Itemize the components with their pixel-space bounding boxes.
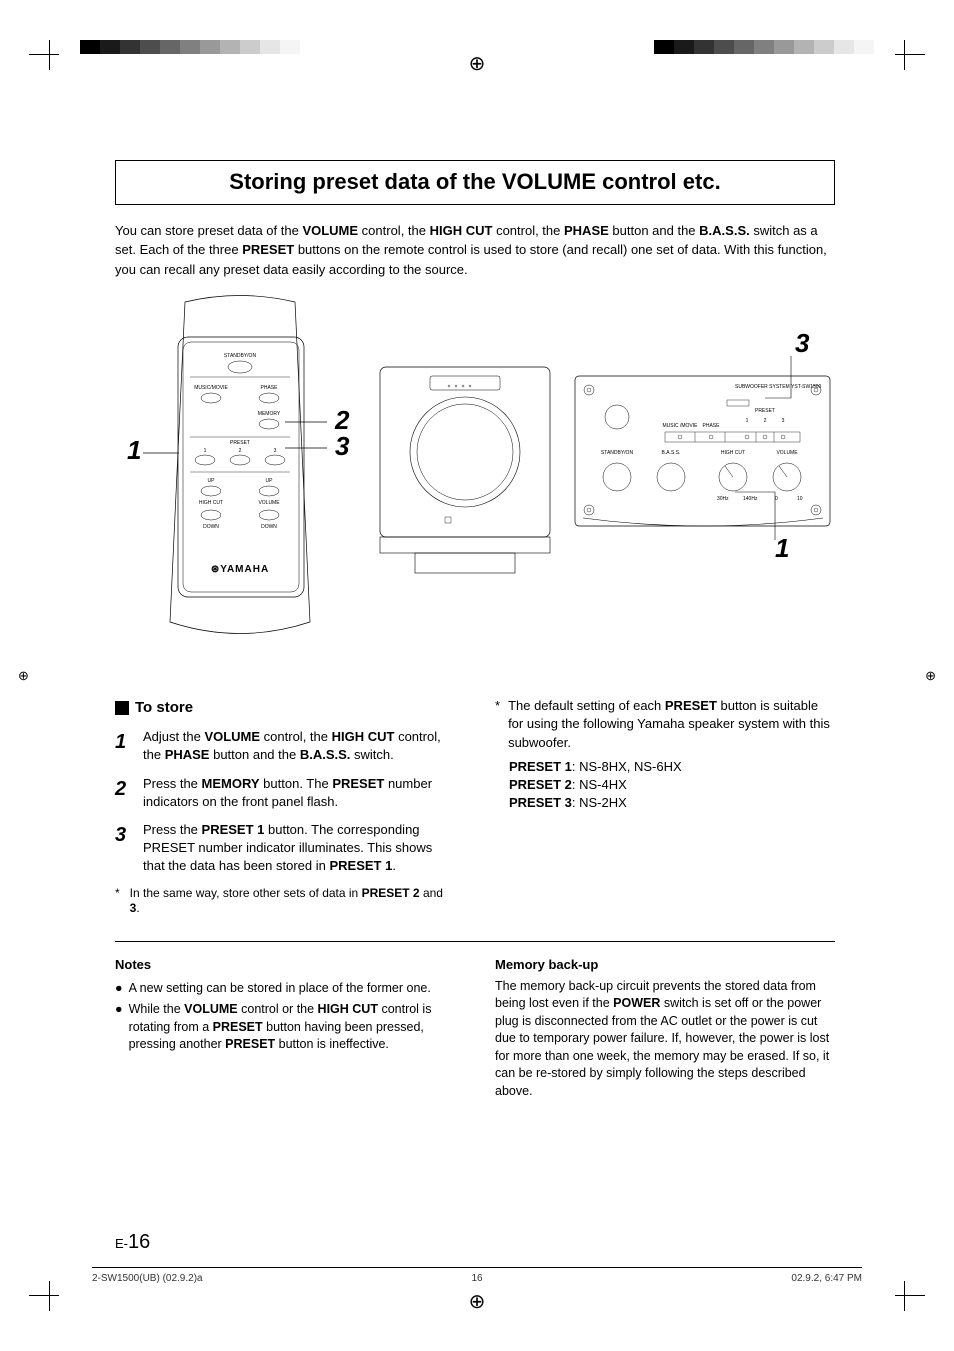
svg-text:PRESET: PRESET	[755, 408, 775, 414]
step-2: 2 Press the MEMORY button. The PRESET nu…	[115, 775, 455, 811]
svg-text:30Hz: 30Hz	[717, 496, 729, 502]
svg-text:MUSIC/MOVIE: MUSIC/MOVIE	[194, 385, 228, 391]
subwoofer-top-diagram	[375, 362, 555, 592]
note-1: ●A new setting can be stored in place of…	[115, 980, 455, 998]
svg-text:PHASE: PHASE	[703, 423, 721, 429]
svg-text:10: 10	[797, 496, 803, 502]
memory-backup-heading: Memory back-up	[495, 956, 835, 974]
square-bullet-icon	[115, 701, 129, 715]
svg-text:3: 3	[782, 418, 785, 424]
svg-text:⊛YAMAHA: ⊛YAMAHA	[211, 564, 269, 575]
svg-text:1: 1	[746, 418, 749, 424]
svg-text:3: 3	[795, 328, 810, 358]
svg-text:2: 2	[239, 448, 242, 454]
svg-text:140Hz: 140Hz	[743, 496, 758, 502]
svg-text:DOWN: DOWN	[203, 524, 219, 530]
svg-text:B.A.S.S.: B.A.S.S.	[662, 450, 681, 456]
svg-text:3: 3	[274, 448, 277, 454]
svg-text:HIGH CUT: HIGH CUT	[721, 450, 745, 456]
svg-text:VOLUME: VOLUME	[258, 500, 280, 506]
svg-text:1: 1	[775, 533, 789, 563]
registration-mark-left: ⊕	[18, 666, 29, 684]
remote-control-diagram: 1 2 3 STANDBY/ON MUSIC/MOVIE PHASE MEMOR…	[115, 297, 375, 657]
section-title: Storing preset data of the VOLUME contro…	[116, 167, 834, 198]
page-number: E-16	[115, 1228, 150, 1256]
svg-text:STANDBY/ON: STANDBY/ON	[224, 353, 257, 359]
svg-text:VOLUME: VOLUME	[776, 450, 798, 456]
svg-text:1: 1	[127, 435, 141, 465]
svg-text:DOWN: DOWN	[261, 524, 277, 530]
registration-mark-top: ⊕	[469, 50, 486, 78]
separator-line	[115, 941, 835, 942]
svg-text:MEMORY: MEMORY	[258, 411, 281, 417]
default-preset-note: * The default setting of each PRESET but…	[495, 697, 835, 917]
note-2: ● While the VOLUME control or the HIGH C…	[115, 1001, 455, 1054]
svg-text:2: 2	[764, 418, 767, 424]
svg-text:1: 1	[204, 448, 207, 454]
front-panel-diagram: 3 1 SUBWOOFER SYSTEM YST-SW1500 MUSIC /M…	[565, 342, 845, 572]
step-3: 3 Press the PRESET 1 button. The corresp…	[115, 821, 455, 876]
svg-text:HIGH CUT: HIGH CUT	[199, 500, 223, 506]
diagram-row: 1 2 3 STANDBY/ON MUSIC/MOVIE PHASE MEMOR…	[115, 297, 835, 657]
svg-text:STANDBY/ON: STANDBY/ON	[601, 450, 634, 456]
memory-backup-text: The memory back-up circuit prevents the …	[495, 978, 835, 1101]
svg-text:PHASE: PHASE	[261, 385, 279, 391]
section-title-box: Storing preset data of the VOLUME contro…	[115, 160, 835, 205]
to-store-heading: To store	[115, 697, 455, 718]
registration-mark-right: ⊕	[925, 666, 936, 684]
store-footnote: * In the same way, store other sets of d…	[115, 886, 455, 917]
svg-text:3: 3	[335, 431, 350, 461]
svg-text:SUBWOOFER SYSTEM YST-SW1500: SUBWOOFER SYSTEM YST-SW1500	[735, 384, 822, 390]
intro-paragraph: You can store preset data of the VOLUME …	[115, 221, 835, 280]
svg-text:0: 0	[775, 496, 778, 502]
notes-heading: Notes	[115, 956, 455, 974]
svg-text:PRESET: PRESET	[230, 440, 250, 446]
svg-text:UP: UP	[266, 478, 274, 484]
step-1: 1 Adjust the VOLUME control, the HIGH CU…	[115, 728, 455, 764]
svg-text:UP: UP	[208, 478, 216, 484]
svg-text:MUSIC /MOVIE: MUSIC /MOVIE	[662, 423, 698, 429]
